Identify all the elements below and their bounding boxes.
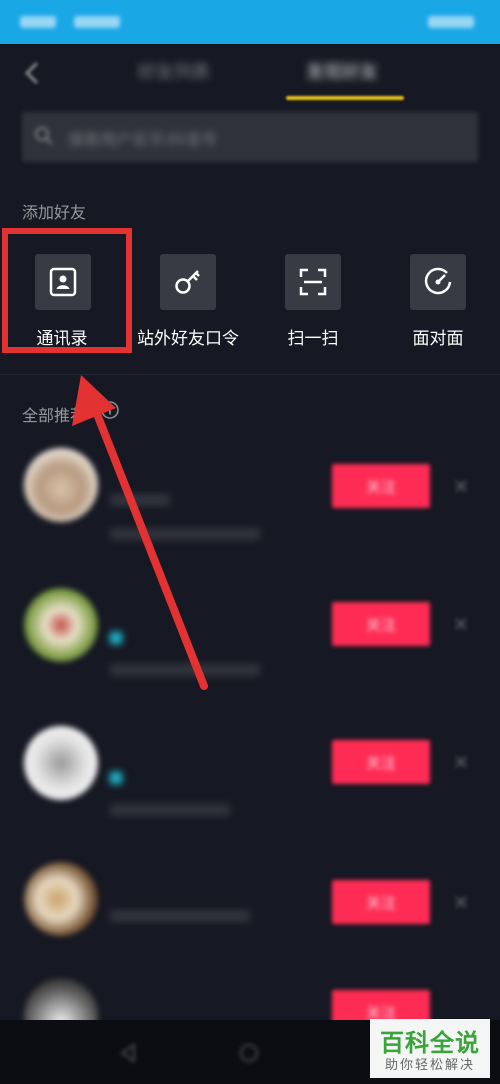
status-bar bbox=[0, 0, 500, 44]
avatar[interactable] bbox=[24, 862, 98, 936]
search-input[interactable]: 搜索用户名字/抖音号 bbox=[22, 112, 478, 162]
add-friends-title: 添加好友 bbox=[22, 203, 87, 222]
recommended-user-row[interactable]: 关注 bbox=[0, 972, 500, 1020]
watermark-subtitle: 助你轻松解决 bbox=[384, 1058, 475, 1073]
radar-icon bbox=[424, 267, 452, 295]
tab-discover-friends[interactable]: 发现好友 bbox=[306, 58, 378, 84]
all-recommend-title: 全部推荐 bbox=[22, 406, 87, 425]
user-subtitle-1 bbox=[110, 910, 250, 922]
key-icon-box bbox=[160, 254, 216, 310]
avatar[interactable] bbox=[24, 588, 98, 662]
nav-back-icon[interactable] bbox=[118, 1042, 140, 1064]
tab-friend-list[interactable]: 好友列表 bbox=[138, 58, 210, 84]
active-tab-indicator bbox=[286, 96, 404, 100]
radar-icon-box bbox=[410, 254, 466, 310]
close-icon[interactable] bbox=[453, 754, 469, 770]
search-placeholder: 搜索用户名字/抖音号 bbox=[68, 130, 218, 149]
user-subtitle-1 bbox=[110, 630, 200, 644]
follow-button[interactable]: 关注 bbox=[332, 464, 430, 508]
close-icon[interactable] bbox=[453, 478, 469, 494]
battery-icon bbox=[428, 16, 474, 28]
follow-button[interactable]: 关注 bbox=[332, 740, 430, 784]
user-subtitle-1 bbox=[110, 494, 170, 506]
scan-icon bbox=[299, 268, 327, 296]
annotation-highlight-box bbox=[2, 228, 132, 353]
avatar[interactable] bbox=[24, 978, 98, 1020]
recommended-user-row[interactable]: 关注 bbox=[0, 862, 500, 982]
follow-button[interactable]: 关注 bbox=[332, 602, 430, 646]
close-icon[interactable] bbox=[453, 616, 469, 632]
recommended-user-row[interactable]: 关注 bbox=[0, 588, 500, 708]
back-arrow-icon[interactable] bbox=[22, 60, 44, 86]
user-subtitle-2 bbox=[110, 804, 230, 816]
watermark-title: 百科全说 bbox=[380, 1029, 480, 1057]
user-subtitle-1 bbox=[110, 770, 220, 784]
follow-button[interactable]: 关注 bbox=[332, 990, 430, 1020]
recommended-user-row[interactable]: 关注 bbox=[0, 448, 500, 568]
status-time bbox=[20, 16, 56, 28]
search-icon bbox=[35, 127, 53, 145]
face-to-face-label: 面对面 bbox=[412, 329, 464, 349]
recommended-user-row[interactable]: 关注 bbox=[0, 726, 500, 846]
status-info bbox=[74, 16, 120, 28]
user-subtitle-2 bbox=[110, 528, 260, 540]
section-divider bbox=[0, 374, 500, 375]
info-icon[interactable] bbox=[100, 400, 120, 420]
header: 好友列表 发现好友 bbox=[0, 44, 500, 104]
user-subtitle-2 bbox=[110, 664, 260, 676]
scan-icon-box bbox=[285, 254, 341, 310]
avatar[interactable] bbox=[24, 448, 98, 522]
nav-home-icon[interactable] bbox=[238, 1042, 260, 1064]
key-icon bbox=[175, 270, 200, 294]
avatar[interactable] bbox=[24, 726, 98, 800]
watermark-logo: 百科全说 助你轻松解决 bbox=[370, 1019, 490, 1078]
follow-button[interactable]: 关注 bbox=[332, 880, 430, 924]
face-to-face-option[interactable]: 面对面 bbox=[363, 254, 500, 354]
close-icon[interactable] bbox=[453, 894, 469, 910]
